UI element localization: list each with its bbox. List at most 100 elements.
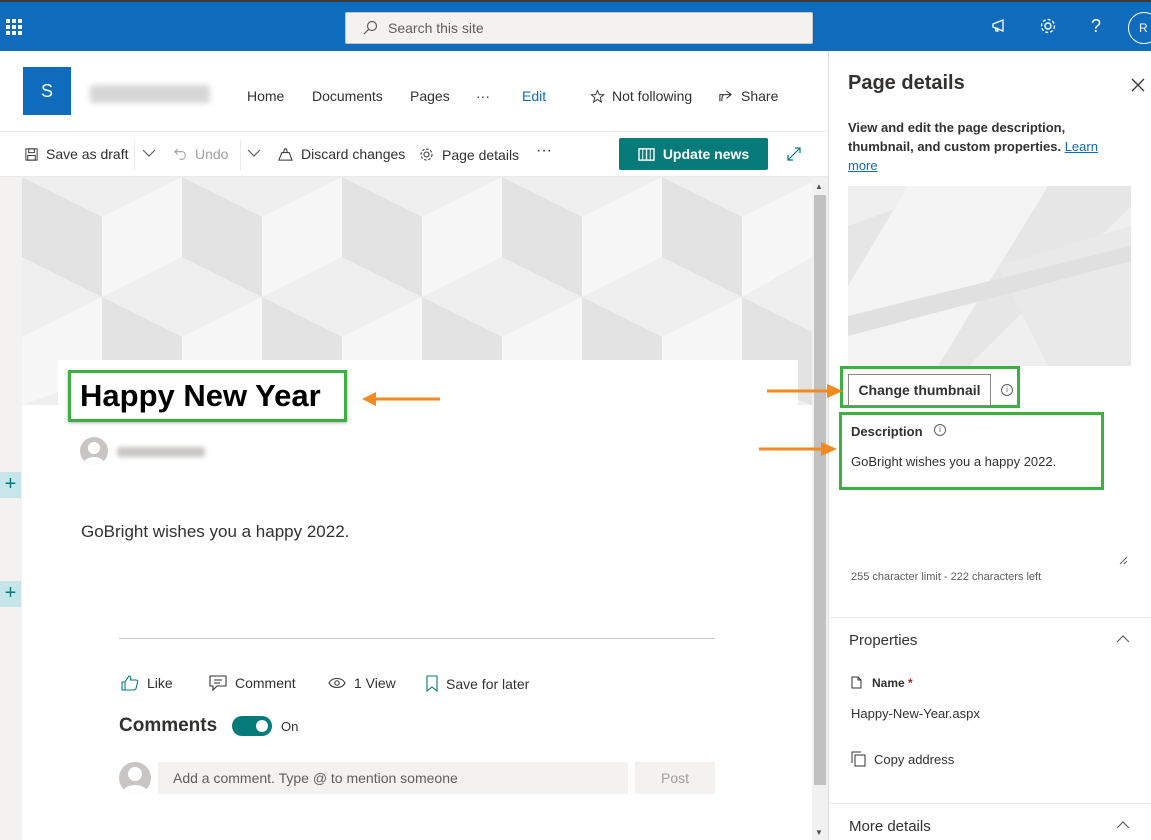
discard-icon — [278, 147, 293, 161]
page-title[interactable]: Happy New Year — [80, 378, 321, 414]
resize-handle-icon[interactable] — [1118, 555, 1128, 565]
undo-options-chevron[interactable] — [247, 148, 268, 158]
commenter-avatar — [119, 762, 151, 794]
nav-home[interactable]: Home — [247, 88, 284, 104]
eye-icon — [328, 677, 346, 689]
save-draft-button[interactable]: Save as draft — [24, 146, 129, 162]
info-icon[interactable]: i — [934, 424, 946, 436]
undo-icon — [174, 148, 186, 160]
star-icon — [590, 88, 605, 103]
required-asterisk: * — [908, 676, 913, 690]
change-thumbnail-button[interactable]: Change thumbnail — [848, 374, 991, 406]
search-placeholder: Search this site — [388, 20, 484, 36]
properties-heading[interactable]: Properties — [849, 632, 917, 649]
user-avatar[interactable]: R — [1128, 12, 1151, 44]
panel-title: Page details — [848, 72, 965, 94]
more-details-heading[interactable]: More details — [849, 818, 931, 835]
search-icon — [363, 20, 378, 35]
post-button[interactable]: Post — [635, 762, 715, 794]
follow-label: Not following — [612, 88, 693, 104]
author-avatar — [80, 437, 108, 465]
views-count: 1 View — [328, 675, 396, 691]
undo-button[interactable]: Undo — [173, 146, 228, 162]
divider — [829, 803, 1151, 804]
chevron-down-icon — [142, 149, 156, 157]
copy-address-button[interactable]: Copy address — [851, 751, 954, 767]
author-name-blurred — [117, 447, 205, 457]
book-icon — [638, 147, 655, 161]
chevron-down-icon — [247, 149, 261, 157]
thumbnail-preview — [848, 186, 1131, 366]
scroll-down-icon[interactable]: ▼ — [815, 828, 823, 837]
name-label: Name * — [872, 676, 913, 690]
info-icon[interactable]: i — [1001, 384, 1013, 396]
suite-bar: Search this site ? R — [0, 0, 1151, 51]
content-divider — [119, 638, 715, 639]
share-button[interactable]: Share — [718, 88, 778, 104]
page-details-label: Page details — [442, 146, 520, 163]
megaphone-icon[interactable] — [990, 16, 1010, 36]
annotation-arrow-icon — [767, 384, 843, 398]
scrollbar-thumb[interactable] — [814, 195, 826, 785]
copy-address-label: Copy address — [874, 751, 955, 767]
thumbs-up-icon — [121, 675, 139, 691]
name-label-text: Name — [872, 676, 905, 690]
comment-icon — [209, 675, 227, 691]
search-input[interactable]: Search this site — [345, 12, 813, 44]
nav-documents[interactable]: Documents — [312, 88, 383, 104]
comment-input[interactable]: Add a comment. Type @ to mention someone — [158, 762, 628, 794]
nav-pages[interactable]: Pages — [410, 88, 450, 104]
expand-icon — [787, 147, 801, 161]
more-commands-button[interactable]: ··· — [536, 142, 552, 160]
chevron-up-icon[interactable] — [1116, 818, 1130, 832]
left-gutter — [0, 177, 22, 840]
follow-button[interactable]: Not following — [590, 88, 692, 104]
undo-label: Undo — [195, 146, 229, 162]
page-details-button[interactable]: Page details — [418, 146, 519, 163]
char-limit-text: 255 character limit - 222 characters lef… — [851, 571, 1042, 583]
like-label: Like — [147, 675, 173, 691]
nav-edit[interactable]: Edit — [522, 88, 546, 104]
name-field[interactable]: Happy-New-Year.aspx — [851, 706, 980, 721]
app-launcher-icon[interactable] — [6, 19, 22, 35]
gear-icon — [420, 148, 433, 161]
comments-toggle-state: On — [281, 719, 299, 734]
comments-toggle[interactable] — [232, 716, 272, 736]
discard-label: Discard changes — [301, 146, 406, 162]
views-label: 1 View — [354, 675, 396, 691]
nav-more[interactable]: ··· — [476, 88, 490, 104]
add-section-button[interactable]: + — [0, 472, 21, 498]
save-for-later-button[interactable]: Save for later — [426, 675, 529, 692]
description-label: Description — [851, 424, 923, 439]
chevron-up-icon[interactable] — [1116, 632, 1130, 646]
scroll-up-icon[interactable]: ▲ — [815, 182, 823, 191]
update-news-button[interactable]: Update news — [619, 138, 768, 170]
document-icon — [851, 676, 862, 689]
divider — [134, 140, 135, 170]
description-field[interactable]: GoBright wishes you a happy 2022. — [851, 454, 1056, 469]
panel-description: View and edit the page description, thum… — [848, 118, 1118, 175]
discard-changes-button[interactable]: Discard changes — [277, 146, 405, 162]
site-name-blurred — [90, 85, 210, 103]
gear-icon[interactable] — [1038, 16, 1058, 36]
comments-heading: Comments — [119, 715, 218, 736]
panel-description-text: View and edit the page description, thum… — [848, 120, 1066, 154]
body-text[interactable]: GoBright wishes you a happy 2022. — [81, 522, 349, 542]
like-button[interactable]: Like — [121, 675, 173, 691]
divider — [829, 617, 1151, 618]
close-icon[interactable] — [1131, 75, 1145, 98]
save-later-label: Save for later — [446, 675, 530, 692]
divider — [240, 140, 241, 170]
annotation-arrow-icon — [362, 392, 440, 406]
add-section-button[interactable]: + — [0, 581, 21, 607]
copy-icon — [851, 751, 866, 767]
save-icon — [25, 147, 38, 161]
save-options-chevron[interactable] — [142, 148, 163, 158]
save-draft-label: Save as draft — [46, 146, 129, 162]
expand-button[interactable] — [786, 146, 809, 162]
site-logo[interactable]: S — [23, 67, 71, 115]
update-news-label: Update news — [662, 146, 750, 162]
help-icon[interactable]: ? — [1086, 16, 1106, 36]
share-label: Share — [741, 88, 779, 104]
comment-button[interactable]: Comment — [209, 675, 296, 691]
